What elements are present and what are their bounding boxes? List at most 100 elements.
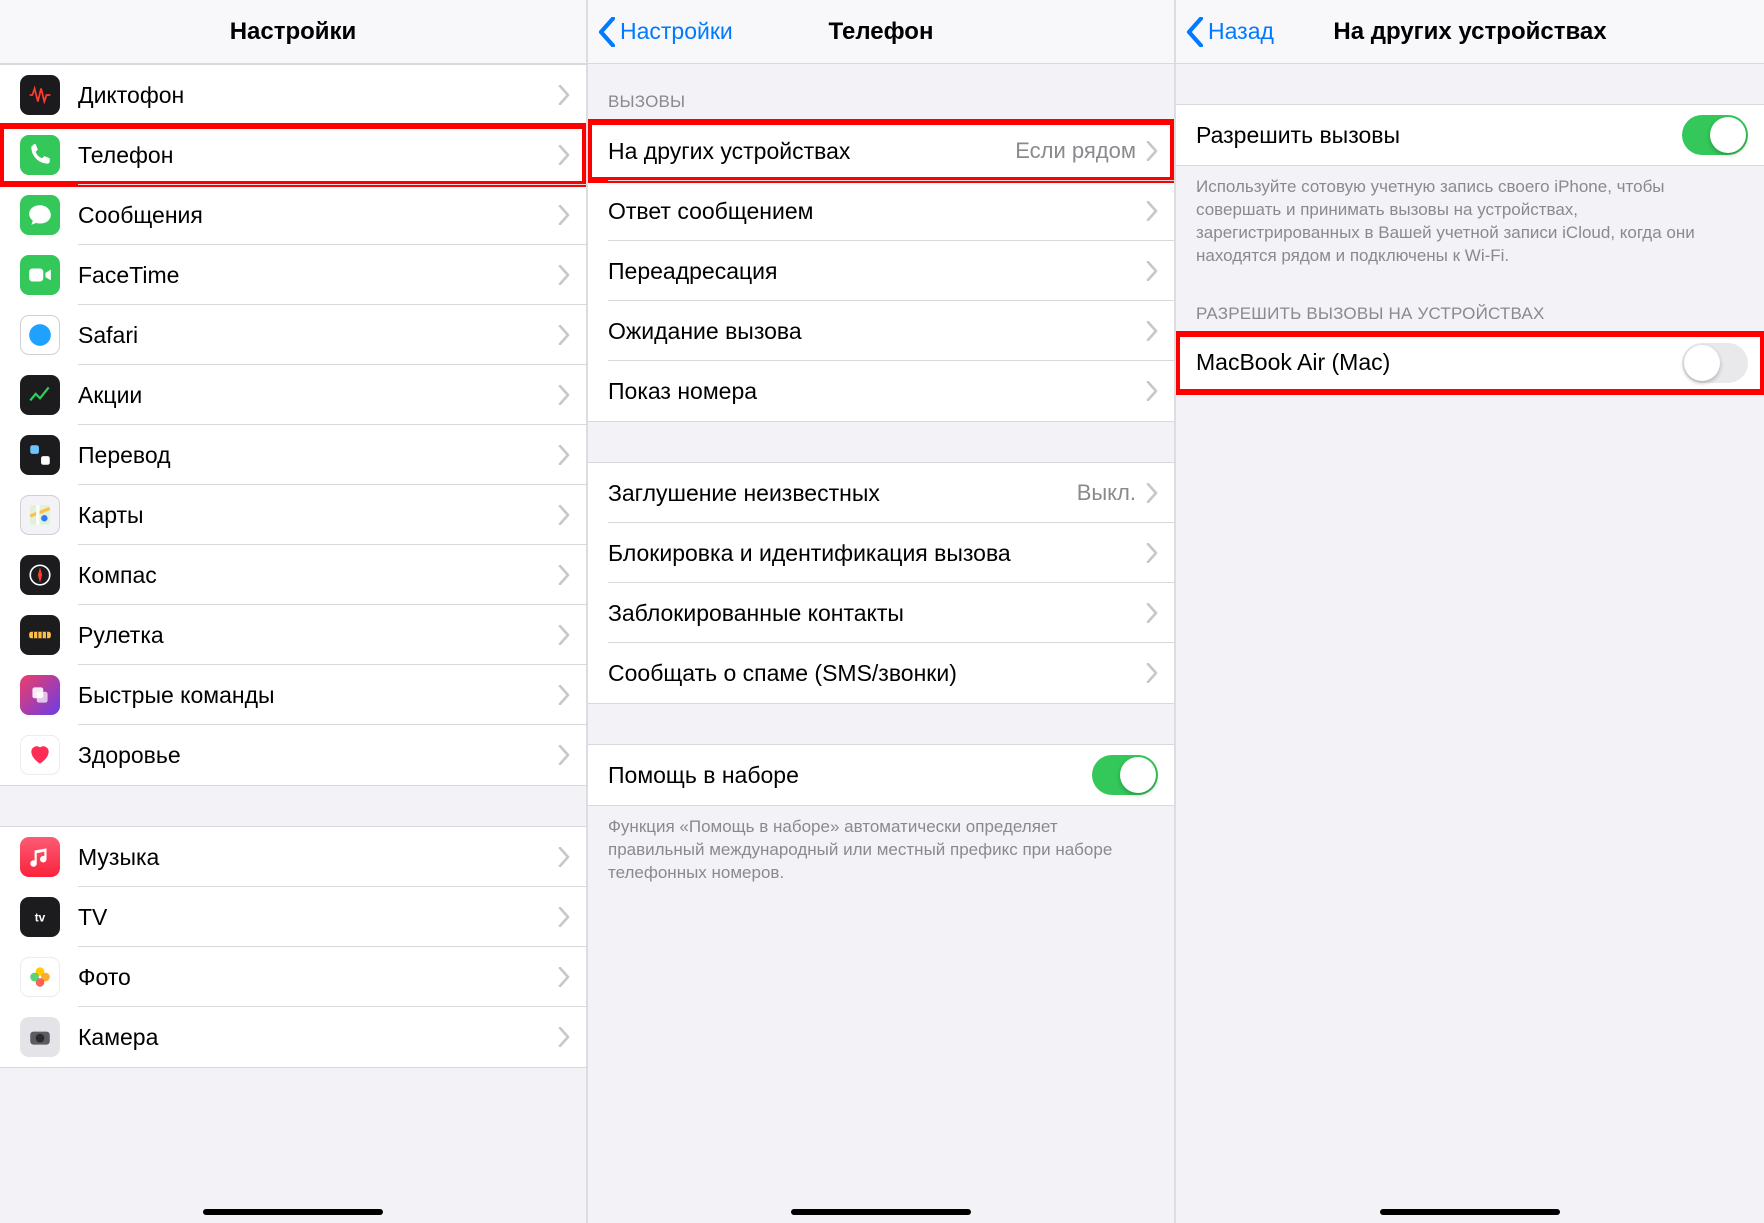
- toggle-knob: [1120, 757, 1156, 793]
- stocks-icon: [20, 375, 60, 415]
- row-value: Выкл.: [1077, 480, 1136, 506]
- row-label: Телефон: [78, 142, 558, 169]
- chevron-right-icon: [558, 445, 570, 465]
- row-label: Перевод: [78, 442, 558, 469]
- voice-memos-icon: [20, 75, 60, 115]
- toggle-device[interactable]: [1682, 343, 1748, 383]
- toggle-allow-calls[interactable]: [1682, 115, 1748, 155]
- row-label: Заглушение неизвестных: [608, 480, 1077, 507]
- settings-row-voice-memos[interactable]: Диктофон: [0, 65, 586, 125]
- chevron-right-icon: [558, 685, 570, 705]
- settings-row-stocks[interactable]: Акции: [0, 365, 586, 425]
- navbar: Настройки: [0, 0, 586, 64]
- row-label: FaceTime: [78, 262, 558, 289]
- row-item[interactable]: Заблокированные контакты: [588, 583, 1174, 643]
- chevron-right-icon: [1146, 603, 1158, 623]
- chevron-right-icon: [558, 1027, 570, 1047]
- row-label: Компас: [78, 562, 558, 589]
- health-icon: [20, 735, 60, 775]
- home-indicator[interactable]: [1380, 1209, 1560, 1215]
- back-button[interactable]: Настройки: [598, 0, 733, 63]
- tv-icon: tv: [20, 897, 60, 937]
- group-header-devices: РАЗРЕШИТЬ ВЫЗОВЫ НА УСТРОЙСТВАХ: [1176, 276, 1764, 332]
- settings-row-tv[interactable]: tvTV: [0, 887, 586, 947]
- chevron-right-icon: [558, 907, 570, 927]
- row-label: Блокировка и идентификация вызова: [608, 540, 1146, 567]
- toggle-dial-assist[interactable]: [1092, 755, 1158, 795]
- settings-row-measure[interactable]: Рулетка: [0, 605, 586, 665]
- row-label: Фото: [78, 964, 558, 991]
- row-item[interactable]: Переадресация: [588, 241, 1174, 301]
- chevron-right-icon: [558, 967, 570, 987]
- settings-row-safari[interactable]: Safari: [0, 305, 586, 365]
- chevron-right-icon: [1146, 381, 1158, 401]
- row-item[interactable]: Ожидание вызова: [588, 301, 1174, 361]
- photos-icon: [20, 957, 60, 997]
- chevron-left-icon: [598, 17, 616, 47]
- other-devices-list[interactable]: Разрешить вызовы Используйте сотовую уче…: [1176, 64, 1764, 1223]
- settings-row-translate[interactable]: Перевод: [0, 425, 586, 485]
- chevron-right-icon: [558, 145, 570, 165]
- settings-row-music[interactable]: Музыка: [0, 827, 586, 887]
- chevron-left-icon: [1186, 17, 1204, 47]
- chevron-right-icon: [558, 565, 570, 585]
- row-label: Помощь в наборе: [608, 762, 1092, 789]
- home-indicator[interactable]: [203, 1209, 383, 1215]
- row-label: Акции: [78, 382, 558, 409]
- settings-row-messages[interactable]: Сообщения: [0, 185, 586, 245]
- safari-icon: [20, 315, 60, 355]
- settings-row-photos[interactable]: Фото: [0, 947, 586, 1007]
- row-label: Сообщать о спаме (SMS/звонки): [608, 660, 1146, 687]
- svg-text:tv: tv: [35, 910, 46, 924]
- settings-row-maps[interactable]: Карты: [0, 485, 586, 545]
- row-label: Карты: [78, 502, 558, 529]
- settings-row-phone[interactable]: Телефон: [0, 125, 586, 185]
- row-item[interactable]: Заглушение неизвестныхВыкл.: [588, 463, 1174, 523]
- row-label: Переадресация: [608, 258, 1146, 285]
- row-dial-assist[interactable]: Помощь в наборе: [588, 745, 1174, 805]
- phone-icon: [20, 135, 60, 175]
- chevron-right-icon: [1146, 141, 1158, 161]
- settings-row-compass[interactable]: Компас: [0, 545, 586, 605]
- navbar: Настройки Телефон: [588, 0, 1174, 64]
- chevron-right-icon: [558, 385, 570, 405]
- row-item[interactable]: На других устройствахЕсли рядом: [588, 121, 1174, 181]
- phone-settings-list[interactable]: ВЫЗОВЫ На других устройствахЕсли рядом От…: [588, 64, 1174, 1223]
- settings-row-shortcuts[interactable]: Быстрые команды: [0, 665, 586, 725]
- row-item[interactable]: Сообщать о спаме (SMS/звонки): [588, 643, 1174, 703]
- row-label: Быстрые команды: [78, 682, 558, 709]
- messages-icon: [20, 195, 60, 235]
- row-allow-calls[interactable]: Разрешить вызовы: [1176, 105, 1764, 165]
- chevron-right-icon: [558, 847, 570, 867]
- settings-list[interactable]: Диктофон Телефон Сообщения FaceTime Safari Ак…: [0, 64, 586, 1223]
- row-item[interactable]: Блокировка и идентификация вызова: [588, 523, 1174, 583]
- music-icon: [20, 837, 60, 877]
- chevron-right-icon: [558, 85, 570, 105]
- toggle-knob: [1684, 345, 1720, 381]
- row-label: Камера: [78, 1024, 558, 1051]
- settings-row-facetime[interactable]: FaceTime: [0, 245, 586, 305]
- compass-icon: [20, 555, 60, 595]
- settings-row-health[interactable]: Здоровье: [0, 725, 586, 785]
- chevron-right-icon: [558, 325, 570, 345]
- row-label: Здоровье: [78, 742, 558, 769]
- page-title: Телефон: [829, 18, 934, 46]
- screen-phone: Настройки Телефон ВЫЗОВЫ На других устро…: [588, 0, 1176, 1223]
- chevron-right-icon: [1146, 543, 1158, 563]
- device-row[interactable]: MacBook Air (Mac): [1176, 333, 1764, 393]
- home-indicator[interactable]: [791, 1209, 971, 1215]
- chevron-right-icon: [1146, 321, 1158, 341]
- chevron-right-icon: [1146, 663, 1158, 683]
- page-title: На других устройствах: [1333, 18, 1606, 46]
- row-item[interactable]: Ответ сообщением: [588, 181, 1174, 241]
- settings-row-camera[interactable]: Камера: [0, 1007, 586, 1067]
- navbar: Назад На других устройствах: [1176, 0, 1764, 64]
- row-label: Safari: [78, 322, 558, 349]
- group-header-calls: ВЫЗОВЫ: [588, 64, 1174, 120]
- row-label: Ответ сообщением: [608, 198, 1146, 225]
- chevron-right-icon: [558, 265, 570, 285]
- group-footer-assist: Функция «Помощь в наборе» автоматически …: [588, 806, 1174, 893]
- chevron-right-icon: [1146, 201, 1158, 221]
- row-item[interactable]: Показ номера: [588, 361, 1174, 421]
- back-button[interactable]: Назад: [1186, 0, 1274, 63]
